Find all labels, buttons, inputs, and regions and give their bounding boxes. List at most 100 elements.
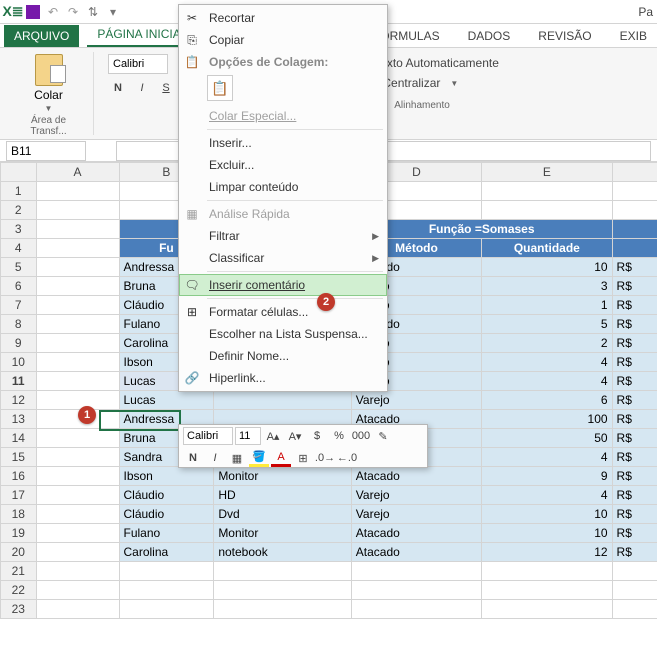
- ctx-delete[interactable]: Excluir...: [179, 154, 387, 176]
- chevron-down-icon[interactable]: ▼: [450, 79, 458, 88]
- ctx-clear-contents[interactable]: Limpar conteúdo: [179, 176, 387, 198]
- cell-qty[interactable]: 4: [482, 486, 612, 505]
- tab-view[interactable]: EXIB: [610, 25, 657, 47]
- cell[interactable]: [36, 353, 119, 372]
- row-header[interactable]: 21: [1, 562, 37, 581]
- cell-product[interactable]: Dvd: [214, 505, 351, 524]
- cell[interactable]: [36, 258, 119, 277]
- cell-method[interactable]: Atacado: [351, 467, 481, 486]
- row-header[interactable]: 12: [1, 391, 37, 410]
- cell-qty[interactable]: 3: [482, 277, 612, 296]
- cell-currency[interactable]: R$: [612, 258, 657, 277]
- cell-currency[interactable]: R$: [612, 315, 657, 334]
- row-header[interactable]: 19: [1, 524, 37, 543]
- select-all-corner[interactable]: [1, 163, 37, 182]
- row-header[interactable]: 2: [1, 201, 37, 220]
- comma-format-button[interactable]: 000: [351, 427, 371, 445]
- tab-file[interactable]: ARQUIVO: [4, 25, 79, 47]
- ctx-sort[interactable]: Classificar ▶: [179, 247, 387, 269]
- cell-method[interactable]: Varejo: [351, 505, 481, 524]
- cell-qty[interactable]: 4: [482, 353, 612, 372]
- cell-method[interactable]: Varejo: [351, 486, 481, 505]
- cell-name[interactable]: Ibson: [119, 467, 214, 486]
- row-header[interactable]: 20: [1, 543, 37, 562]
- row-header[interactable]: 23: [1, 600, 37, 619]
- row-header[interactable]: 8: [1, 315, 37, 334]
- cell-currency[interactable]: R$: [612, 486, 657, 505]
- cell-qty[interactable]: 9: [482, 467, 612, 486]
- cell-qty[interactable]: 10: [482, 524, 612, 543]
- save-icon[interactable]: [24, 3, 42, 21]
- ctx-copy[interactable]: ⎘ Copiar: [179, 29, 387, 51]
- cell-qty[interactable]: 12: [482, 543, 612, 562]
- italic-button[interactable]: I: [132, 78, 152, 98]
- cell-product[interactable]: notebook: [214, 543, 351, 562]
- increase-decimal-icon[interactable]: .0→: [315, 449, 335, 467]
- row-header[interactable]: 6: [1, 277, 37, 296]
- mini-font-color-icon[interactable]: A: [271, 449, 291, 467]
- row-header[interactable]: 9: [1, 334, 37, 353]
- redo-icon[interactable]: ↷: [64, 3, 82, 21]
- mini-font-name[interactable]: [183, 427, 233, 445]
- row-header[interactable]: 10: [1, 353, 37, 372]
- name-box[interactable]: B11: [6, 141, 86, 161]
- cell-qty[interactable]: 10: [482, 258, 612, 277]
- decrease-font-icon[interactable]: A▾: [285, 427, 305, 445]
- cell[interactable]: [36, 296, 119, 315]
- cell-name[interactable]: Fulano: [119, 524, 214, 543]
- col-header-F[interactable]: [612, 163, 657, 182]
- row-header[interactable]: 13: [1, 410, 37, 429]
- ctx-format-cells[interactable]: ⊞ Formatar células...: [179, 301, 387, 323]
- cell-product[interactable]: Monitor: [214, 524, 351, 543]
- font-name-combo[interactable]: Calibri: [108, 54, 168, 74]
- cell-currency[interactable]: R$: [612, 391, 657, 410]
- row-header[interactable]: 1: [1, 182, 37, 201]
- col-title-quantidade[interactable]: Quantidade: [482, 239, 612, 258]
- ctx-filter[interactable]: Filtrar ▶: [179, 225, 387, 247]
- cell-currency[interactable]: R$: [612, 543, 657, 562]
- row-header[interactable]: 7: [1, 296, 37, 315]
- row-header[interactable]: 16: [1, 467, 37, 486]
- cell[interactable]: [36, 486, 119, 505]
- cell-name[interactable]: Cláudio: [119, 486, 214, 505]
- customize-qat-icon[interactable]: ▾: [104, 3, 122, 21]
- cell-method[interactable]: Atacado: [351, 524, 481, 543]
- ctx-define-name[interactable]: Definir Nome...: [179, 345, 387, 367]
- cell-currency[interactable]: R$: [612, 448, 657, 467]
- tab-data[interactable]: DADOS: [458, 25, 521, 47]
- cell[interactable]: [36, 391, 119, 410]
- row-header[interactable]: 4: [1, 239, 37, 258]
- row-header[interactable]: 15: [1, 448, 37, 467]
- cell-currency[interactable]: R$: [612, 429, 657, 448]
- cell-currency[interactable]: R$: [612, 353, 657, 372]
- cell-qty[interactable]: 10: [482, 505, 612, 524]
- touch-mode-icon[interactable]: ⇅: [84, 3, 102, 21]
- cell[interactable]: [36, 372, 119, 391]
- mini-italic-button[interactable]: I: [205, 449, 225, 467]
- cell-name[interactable]: Lucas: [119, 391, 214, 410]
- row-header[interactable]: 18: [1, 505, 37, 524]
- cell-currency[interactable]: R$: [612, 410, 657, 429]
- accounting-format-icon[interactable]: $: [307, 427, 327, 445]
- row-header[interactable]: 17: [1, 486, 37, 505]
- cell-qty[interactable]: 4: [482, 372, 612, 391]
- cell[interactable]: [36, 543, 119, 562]
- cell-qty[interactable]: 2: [482, 334, 612, 353]
- row-header[interactable]: 11: [1, 372, 37, 391]
- cell-currency[interactable]: R$: [612, 505, 657, 524]
- col-header-A[interactable]: A: [36, 163, 119, 182]
- cell[interactable]: [36, 277, 119, 296]
- percent-format-button[interactable]: %: [329, 427, 349, 445]
- mini-bold-button[interactable]: N: [183, 449, 203, 467]
- row-header[interactable]: 3: [1, 220, 37, 239]
- underline-button[interactable]: S: [156, 78, 176, 98]
- cell[interactable]: [36, 315, 119, 334]
- ctx-insert[interactable]: Inserir...: [179, 132, 387, 154]
- cell-qty[interactable]: 4: [482, 448, 612, 467]
- cell-qty[interactable]: 100: [482, 410, 612, 429]
- mini-merge-icon[interactable]: ⊞: [293, 449, 313, 467]
- cell-currency[interactable]: R$: [612, 467, 657, 486]
- cell-currency[interactable]: R$: [612, 296, 657, 315]
- cell-currency[interactable]: R$: [612, 372, 657, 391]
- cell-product[interactable]: HD: [214, 486, 351, 505]
